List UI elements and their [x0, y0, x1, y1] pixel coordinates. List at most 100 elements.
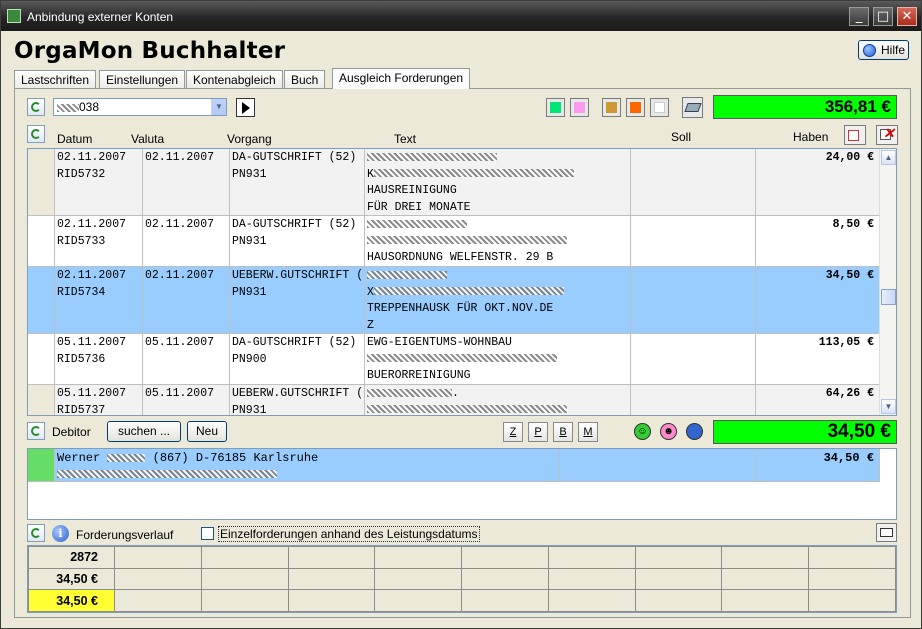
search-button[interactable]: suchen ... — [107, 421, 181, 442]
table-row[interactable]: 05.11.2007 RID5737 05.11.2007 UEBERW.GUTS… — [28, 385, 880, 415]
green-filter-button[interactable] — [546, 98, 565, 117]
debitor-name: Werner — [57, 451, 101, 465]
cell-valuta: 05.11.2007 — [145, 387, 215, 400]
title-bar[interactable]: Anbindung externer Konten _ □ ✕ — [1, 1, 921, 31]
cell-datum: 05.11.2007 — [57, 387, 127, 400]
scroll-up-icon[interactable]: ▲ — [881, 150, 896, 165]
cell-soll — [631, 334, 756, 384]
row-indicator — [28, 216, 55, 266]
cell-haben: 113,05 € — [756, 334, 880, 384]
cell-vorgang2: PN900 — [232, 352, 267, 366]
debitor-cell — [560, 449, 756, 481]
scroll-thumb[interactable] — [881, 289, 896, 305]
cell-datum: 05.11.2007 — [57, 336, 127, 349]
debitor-grid: Werner (867) D-76185 Karlsruhe 34,50 € — [27, 448, 897, 520]
forderung-grid: 2872 34,50 € 34,50 € — [27, 545, 897, 613]
cell-vorgang2: PN931 — [232, 234, 267, 248]
cell-text: K — [367, 167, 374, 181]
white-filter-button[interactable] — [650, 98, 669, 117]
cell-haben: 24,00 € — [756, 149, 880, 215]
table-row[interactable]: 05.11.2007 RID5736 05.11.2007 DA-GUTSCHRI… — [28, 334, 880, 385]
flag-m-button[interactable]: M — [578, 422, 598, 442]
play-icon[interactable] — [236, 98, 255, 117]
grid-cell-count: 2872 — [28, 546, 115, 569]
chevron-down-icon: ▼ — [211, 99, 226, 115]
cell-soll — [631, 385, 756, 415]
mail-icon[interactable] — [876, 523, 897, 542]
cell-datum: 02.11.2007 — [57, 218, 127, 231]
scroll-down-icon[interactable]: ▼ — [881, 399, 896, 414]
cell-vorgang: UEBERW.GUTSCHRIFT ( — [232, 269, 364, 282]
new-button[interactable]: Neu — [187, 421, 227, 442]
orange-filter-button[interactable] — [626, 98, 645, 117]
flag-z-button[interactable]: Z — [503, 422, 523, 442]
col-vorgang[interactable]: Vorgang — [227, 132, 272, 146]
tab-lastschriften[interactable]: Lastschriften — [14, 70, 97, 88]
redacted-text — [57, 470, 277, 479]
cell-haben: 64,26 € — [756, 385, 880, 415]
brown-filter-button[interactable] — [602, 98, 621, 117]
col-soll[interactable]: Soll — [671, 130, 691, 144]
book-icon[interactable] — [682, 97, 703, 118]
cell-text: Z — [367, 318, 374, 332]
forderungsverlauf-label: Forderungsverlauf — [76, 528, 174, 542]
debitor-row-selected[interactable]: Werner (867) D-76185 Karlsruhe 34,50 € — [28, 449, 880, 482]
refresh-icon[interactable] — [27, 125, 45, 143]
einzelforderungen-checkbox[interactable] — [201, 527, 214, 540]
redacted-text — [107, 453, 146, 462]
tab-kontenabgleich[interactable]: Kontenabgleich — [186, 70, 283, 88]
flag-p-button[interactable]: P — [528, 422, 548, 442]
refresh-icon[interactable] — [27, 524, 45, 542]
vertical-scrollbar[interactable]: ▲ ▼ — [879, 149, 896, 415]
grid-cell-amount: 34,50 € — [28, 567, 115, 591]
table-row[interactable]: 02.11.2007 RID5733 02.11.2007 DA-GUTSCHRI… — [28, 216, 880, 267]
cell-text: HAUSORDNUNG WELFENSTR. 29 B — [367, 251, 554, 264]
cell-valuta: 02.11.2007 — [145, 218, 215, 231]
help-label: Hilfe — [881, 43, 906, 57]
einzelforderungen-label[interactable]: Einzelforderungen anhand des Leistungsda… — [218, 526, 480, 542]
debitor-amount: 34,50 € — [756, 449, 880, 481]
help-button[interactable]: Hilfe — [858, 40, 909, 60]
table-row-selected[interactable]: 02.11.2007 RID5734 02.11.2007 UEBERW.GUTS… — [28, 267, 880, 334]
refresh-icon[interactable] — [27, 98, 45, 116]
redacted-text — [373, 169, 574, 178]
happy-smiley-icon[interactable]: ☺ — [634, 423, 651, 440]
account-select[interactable]: 038 ▼ — [53, 98, 227, 116]
cell-text: FÜR DREI MONATE — [367, 200, 471, 214]
flag-b-button[interactable]: B — [553, 422, 573, 442]
col-haben[interactable]: Haben — [793, 130, 828, 144]
cell-text: TREPPENHAUSK FÜR OKT.NOV.DE — [367, 302, 554, 315]
refresh-icon[interactable] — [27, 422, 45, 440]
col-datum[interactable]: Datum — [57, 132, 92, 146]
cell-vorgang2: PN931 — [232, 285, 267, 299]
col-text[interactable]: Text — [394, 132, 416, 146]
close-button[interactable]: ✕ — [897, 7, 917, 26]
help-icon — [863, 44, 876, 57]
col-valuta[interactable]: Valuta — [131, 132, 164, 146]
calendar-icon[interactable] — [844, 125, 866, 145]
main-window: Anbindung externer Konten _ □ ✕ OrgaMon … — [0, 0, 922, 629]
tab-einstellungen[interactable]: Einstellungen — [99, 70, 186, 88]
delete-icon[interactable]: ✕ — [876, 125, 898, 145]
cell-text: HAUSREINIGUNG — [367, 184, 457, 197]
cell-id: RID5734 — [57, 285, 106, 299]
cell-valuta: 05.11.2007 — [145, 336, 215, 349]
cell-vorgang: UEBERW.GUTSCHRIFT ( — [232, 387, 364, 400]
tab-ausgleich-forderungen[interactable]: Ausgleich Forderungen — [332, 68, 471, 89]
table-row[interactable]: 02.11.2007 RID5732 02.11.2007 DA-GUTSCHRI… — [28, 149, 880, 216]
redacted-text — [367, 236, 567, 245]
cell-vorgang: DA-GUTSCHRIFT (52) — [232, 151, 357, 164]
cell-valuta: 02.11.2007 — [145, 151, 215, 164]
tab-buch[interactable]: Buch — [284, 70, 326, 88]
info-icon[interactable]: i — [52, 525, 69, 542]
app-title: OrgaMon Buchhalter — [14, 38, 286, 64]
pink-filter-button[interactable] — [570, 98, 589, 117]
minimize-button[interactable]: _ — [849, 7, 869, 26]
redacted-text — [367, 388, 452, 397]
cell-text: BUERORREINIGUNG — [367, 369, 471, 382]
cell-vorgang2: PN931 — [232, 167, 267, 181]
neutral-smiley-icon[interactable] — [686, 423, 703, 440]
cool-smiley-icon[interactable]: ☻ — [660, 423, 677, 440]
maximize-button[interactable]: □ — [873, 7, 893, 26]
app-icon — [7, 9, 21, 23]
